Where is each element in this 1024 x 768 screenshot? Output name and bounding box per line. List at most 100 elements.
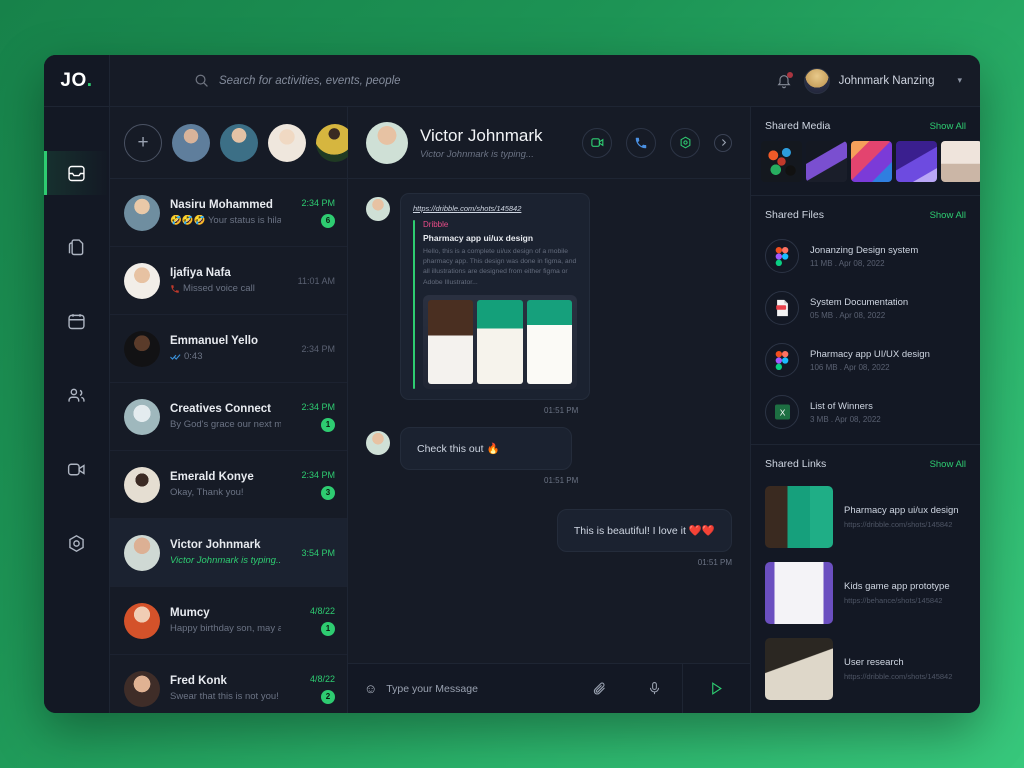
app-logo[interactable]: JO.	[44, 55, 110, 106]
emoji-icon[interactable]: ☺	[364, 681, 377, 696]
media-thumbnail[interactable]	[761, 141, 802, 182]
more-options-button[interactable]	[670, 127, 700, 158]
bell-icon[interactable]	[776, 71, 793, 89]
file-meta: 05 MB . Apr 08, 2022	[810, 310, 886, 320]
story-avatar[interactable]	[268, 123, 306, 162]
link-preview-message[interactable]: https://dribble.com/shots/145842 Dribble…	[400, 193, 590, 400]
chat-preview: 0:43	[184, 351, 203, 362]
send-button[interactable]	[682, 664, 750, 713]
link-title: Pharmacy app ui/ux design	[423, 233, 534, 243]
story-avatar[interactable]	[172, 123, 210, 162]
chat-list-item[interactable]: Ijafiya Nafa Missed voice call 11:01 AM	[110, 247, 347, 315]
story-avatar[interactable]	[220, 123, 258, 162]
message-timestamp: 01:51 PM	[697, 557, 732, 567]
chat-list-item[interactable]: Emmanuel Yello 0:43 2:34 PM	[110, 315, 347, 383]
rail-item-video[interactable]	[44, 447, 109, 491]
avatar	[366, 430, 390, 455]
figma-icon	[765, 239, 799, 273]
chat-name: Emmanuel Yello	[170, 335, 258, 347]
shared-links-header: Shared Links Show All	[751, 445, 980, 479]
chevron-down-icon[interactable]: ▾	[957, 75, 962, 86]
message-bubble[interactable]: Check this out 🔥	[400, 426, 572, 470]
chat-time: 11:01 AM	[297, 275, 335, 286]
shared-file-item[interactable]: Pharmacy app UI/UX design 106 MB . Apr 0…	[751, 334, 980, 386]
microphone-icon[interactable]	[647, 681, 662, 696]
message-bubble[interactable]: This is beautiful! I love it ❤️❤️	[556, 508, 732, 552]
user-name: Johnmark Nanzing	[838, 74, 935, 87]
chat-preview: Okay, Thank you!	[170, 487, 244, 498]
unread-badge: 2	[321, 689, 335, 704]
shared-file-item[interactable]: X List of Winners 3 MB . Apr 08, 2022	[751, 386, 980, 438]
message-input[interactable]	[386, 682, 592, 695]
chat-list-item[interactable]: Emerald Konye Okay, Thank you! 2:34 PM 3	[110, 451, 347, 519]
shared-link-item[interactable]: Pharmacy app ui/ux design https://dribbl…	[751, 479, 980, 555]
conversation-title: Victor Johnmark	[420, 125, 543, 145]
chat-preview: 🤣🤣🤣 Your status is hilarious	[170, 215, 281, 226]
details-panel: Shared Media Show All Shared Files Show …	[750, 107, 980, 713]
chat-list-item[interactable]: Fred Konk Swear that this is not you! 4/…	[110, 655, 347, 713]
chat-list-item[interactable]: Mumcy Happy birthday son, may all your w…	[110, 587, 347, 655]
conversation-actions	[582, 127, 732, 158]
rail-item-files[interactable]	[44, 225, 109, 269]
rail-item-contacts[interactable]	[44, 373, 109, 417]
show-all-links-button[interactable]: Show All	[930, 459, 966, 470]
chat-list-item[interactable]: Creatives Connect By God's grace our nex…	[110, 383, 347, 451]
file-name: Jonanzing Design system	[810, 244, 919, 256]
chat-list-item-active[interactable]: Victor Johnmark Victor Johnmark is typin…	[110, 519, 347, 587]
search-bar[interactable]	[110, 55, 776, 106]
search-input[interactable]	[219, 74, 559, 87]
chat-time: 3:54 PM	[301, 547, 335, 558]
media-thumbnail[interactable]	[941, 141, 980, 182]
link-url: https://dribble.com/shots/145842	[844, 672, 953, 681]
section-title: Shared Media	[765, 120, 831, 132]
avatar	[124, 534, 160, 571]
shared-link-item[interactable]: Kids game app prototype https://behance/…	[751, 555, 980, 631]
file-meta: 3 MB . Apr 08, 2022	[810, 414, 881, 424]
avatar	[366, 197, 390, 221]
unread-badge: 1	[321, 621, 335, 636]
rail-item-inbox[interactable]	[44, 151, 109, 195]
chat-time: 2:34 PM	[301, 401, 335, 412]
avatar	[124, 194, 160, 231]
rail-item-settings[interactable]	[44, 521, 109, 565]
voice-call-button[interactable]	[626, 127, 656, 158]
shared-media-strip	[751, 141, 980, 196]
chat-preview: Missed voice call	[183, 283, 255, 294]
rail-item-calendar[interactable]	[44, 299, 109, 343]
expand-panel-button[interactable]	[714, 133, 732, 152]
chat-preview: By God's grace our next meeting will b..…	[170, 419, 281, 430]
avatar	[803, 67, 830, 94]
add-story-button[interactable]: +	[124, 123, 162, 162]
shared-file-item[interactable]: System Documentation 05 MB . Apr 08, 202…	[751, 282, 980, 334]
link-thumbnail	[765, 486, 833, 548]
chat-time: 4/8/22	[309, 605, 335, 616]
media-thumbnail[interactable]	[851, 141, 892, 182]
conversation-header: Victor Johnmark Victor Johnmark is typin…	[348, 107, 750, 179]
link-title: User research	[844, 657, 904, 668]
timestamp-row: 01:51 PM	[366, 470, 732, 485]
unread-badge: 6	[321, 213, 335, 228]
svg-text:X: X	[779, 407, 785, 417]
pdf-icon	[765, 291, 799, 325]
user-menu[interactable]: Johnmark Nanzing ▾	[803, 67, 962, 94]
media-thumbnail[interactable]	[896, 141, 937, 182]
show-all-files-button[interactable]: Show All	[930, 210, 966, 221]
chat-name: Victor Johnmark	[170, 539, 261, 551]
shared-link-item[interactable]: User research https://dribble.com/shots/…	[751, 631, 980, 707]
chat-time: 4/8/22	[309, 673, 335, 684]
video-call-button[interactable]	[582, 127, 612, 158]
chat-preview-wrap: Missed voice call	[170, 283, 281, 294]
top-bar: JO. Johnmark Nanzing ▾	[44, 55, 980, 107]
message-link-url[interactable]: https://dribble.com/shots/145842	[413, 204, 577, 213]
paperclip-icon[interactable]	[592, 681, 607, 696]
chat-list-item[interactable]: Nasiru Mohammed 🤣🤣🤣 Your status is hilar…	[110, 179, 347, 247]
link-url: https://behance/shots/145842	[844, 596, 943, 605]
accent-bar	[413, 220, 415, 389]
show-all-media-button[interactable]: Show All	[930, 121, 966, 132]
chat-name: Mumcy	[170, 607, 210, 619]
media-thumbnail[interactable]	[806, 141, 847, 182]
chat-preview-wrap: 0:43	[170, 351, 281, 362]
stories-row: +	[110, 107, 354, 179]
chat-preview: Victor Johnmark is typing...	[170, 555, 281, 566]
shared-file-item[interactable]: Jonanzing Design system 11 MB . Apr 08, …	[751, 230, 980, 282]
